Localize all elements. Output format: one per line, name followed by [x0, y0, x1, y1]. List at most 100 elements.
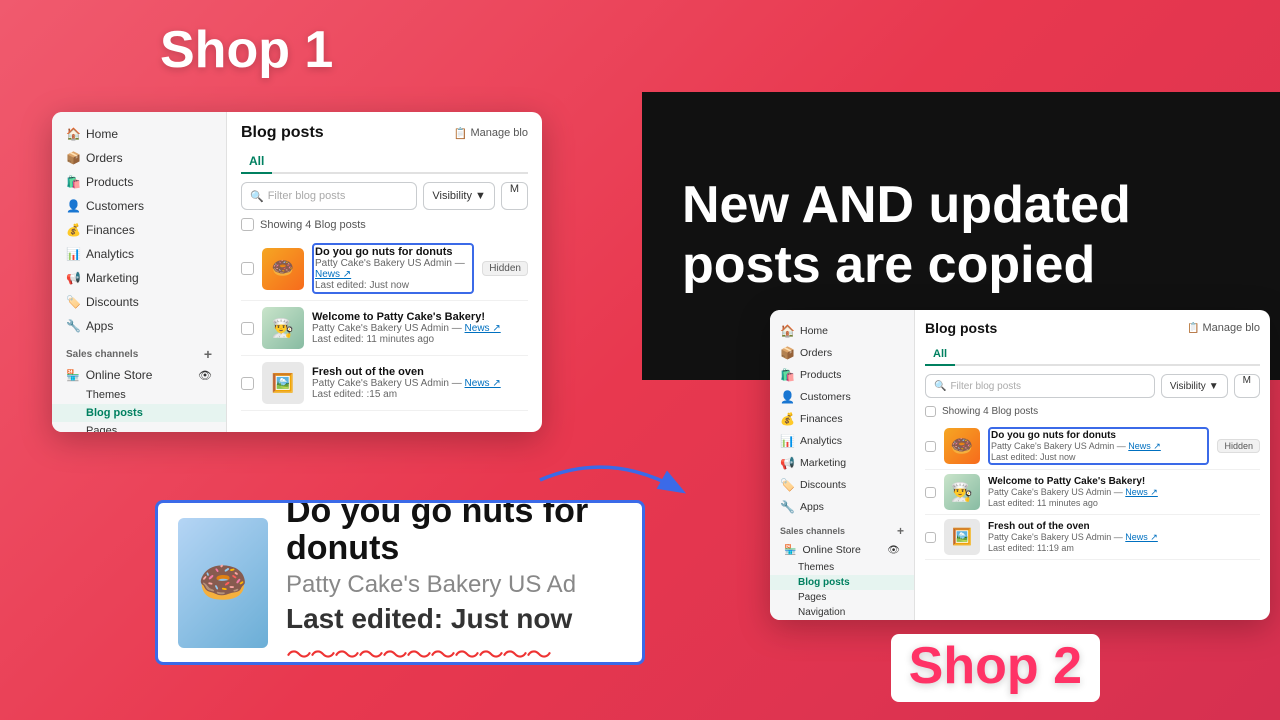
post-meta: Patty Cake's Bakery US Admin — News ↗ [991, 441, 1206, 452]
select-all-checkbox[interactable] [241, 218, 254, 231]
sub-item-blog-posts[interactable]: Blog posts [770, 575, 914, 590]
post-info: Fresh out of the oven Patty Cake's Baker… [988, 521, 1260, 553]
tab-all[interactable]: All [925, 344, 955, 366]
post-meta: Patty Cake's Bakery US Admin — News ↗ [988, 487, 1260, 498]
sidebar-item-orders[interactable]: 📦 Orders [770, 342, 914, 364]
copy-arrow [530, 440, 690, 520]
blog-post-row[interactable]: 👨‍🍳 Welcome to Patty Cake's Bakery! Patt… [925, 470, 1260, 515]
sidebar-item-home[interactable]: 🏠 Home [52, 122, 226, 146]
post-edited: Last edited: Just now [315, 280, 471, 291]
sidebar-item-discounts[interactable]: 🏷️ Discounts [770, 474, 914, 496]
post-checkbox[interactable] [241, 377, 254, 390]
analytics-icon: 📊 [780, 434, 794, 448]
post-thumbnail: 🖼️ [944, 519, 980, 555]
post-thumbnail: 🍩 [944, 428, 980, 464]
zoomed-meta: Patty Cake's Bakery US Ad [286, 571, 622, 599]
select-all-checkbox[interactable] [925, 406, 936, 417]
shop2-panel: 🏠 Home 📦 Orders 🛍️ Products 👤 Customers … [770, 310, 1270, 620]
blog-post-row[interactable]: 👨‍🍳 Welcome to Patty Cake's Bakery! Patt… [241, 301, 528, 356]
sub-item-blog-posts[interactable]: Blog posts [52, 404, 226, 422]
sub-item-pages[interactable]: Pages [770, 590, 914, 605]
sidebar-item-marketing[interactable]: 📢 Marketing [770, 452, 914, 474]
shop2-main: Blog posts 📋 Manage blo All 🔍 Filter blo… [915, 310, 1270, 620]
post-checkbox[interactable] [925, 532, 936, 543]
squiggle-decoration: 〜〜〜〜〜〜〜〜〜〜〜 [286, 635, 622, 665]
more-button[interactable]: M [501, 182, 528, 210]
post-checkbox[interactable] [241, 262, 254, 275]
sidebar-item-products[interactable]: 🛍️ Products [770, 364, 914, 386]
online-store-item[interactable]: 🏪 Online Store 👁 [770, 540, 914, 560]
apps-icon: 🔧 [780, 500, 794, 514]
sub-item-navigation[interactable]: Navigation [770, 605, 914, 620]
post-checkbox[interactable] [925, 441, 936, 452]
sidebar-item-apps[interactable]: 🔧 Apps [770, 496, 914, 518]
sub-item-themes[interactable]: Themes [770, 560, 914, 575]
post-meta: Patty Cake's Bakery US Admin — News ↗ [988, 532, 1260, 543]
sidebar-item-marketing[interactable]: 📢 Marketing [52, 266, 226, 290]
search-icon: 🔍 [934, 381, 946, 392]
post-meta: Patty Cake's Bakery US Admin — News ↗ [312, 323, 528, 334]
search-box[interactable]: 🔍 Filter blog posts [925, 374, 1155, 398]
post-title: Fresh out of the oven [312, 366, 528, 378]
apps-icon: 🔧 [66, 319, 80, 333]
post-edited: Last edited: :15 am [312, 389, 528, 400]
sidebar-item-finances[interactable]: 💰 Finances [52, 218, 226, 242]
search-row: 🔍 Filter blog posts Visibility ▼ M [241, 182, 528, 210]
home-icon: 🏠 [780, 324, 794, 338]
post-title: Welcome to Patty Cake's Bakery! [988, 476, 1260, 487]
sidebar-item-products[interactable]: 🛍️ Products [52, 170, 226, 194]
zoomed-thumbnail: 🍩 [178, 518, 268, 648]
shop1-sidebar: 🏠 Home 📦 Orders 🛍️ Products 👤 Customers … [52, 112, 227, 432]
blog-post-row[interactable]: 🍩 Do you go nuts for donuts Patty Cake's… [241, 237, 528, 301]
orders-icon: 📦 [66, 151, 80, 165]
page-header: Blog posts 📋 Manage blo [241, 124, 528, 142]
manage-blog-button[interactable]: 📋 Manage blo [1187, 322, 1260, 334]
sidebar-item-customers[interactable]: 👤 Customers [52, 194, 226, 218]
analytics-icon: 📊 [66, 247, 80, 261]
sidebar-item-apps[interactable]: 🔧 Apps [52, 314, 226, 338]
sidebar-item-home[interactable]: 🏠 Home [770, 320, 914, 342]
search-box[interactable]: 🔍 Filter blog posts [241, 182, 417, 210]
blog-post-row[interactable]: 🖼️ Fresh out of the oven Patty Cake's Ba… [925, 515, 1260, 560]
zoomed-text-area: Do you go nuts for donuts Patty Cake's B… [286, 500, 622, 665]
sidebar-item-discounts[interactable]: 🏷️ Discounts [52, 290, 226, 314]
post-info-highlighted: Do you go nuts for donuts Patty Cake's B… [988, 427, 1209, 465]
page-title: Blog posts [925, 320, 997, 336]
sidebar-item-customers[interactable]: 👤 Customers [770, 386, 914, 408]
sidebar-item-analytics[interactable]: 📊 Analytics [770, 430, 914, 452]
sidebar-item-orders[interactable]: 📦 Orders [52, 146, 226, 170]
post-edited: Last edited: 11 minutes ago [312, 334, 528, 345]
blog-post-row[interactable]: 🍩 Do you go nuts for donuts Patty Cake's… [925, 423, 1260, 470]
search-icon: 🔍 [250, 190, 264, 203]
post-meta: Patty Cake's Bakery US Admin — News ↗ [312, 378, 528, 389]
shop2-label: Shop 2 [891, 634, 1100, 702]
post-edited: Last edited: 11:19 am [988, 543, 1260, 553]
shop2-sidebar: 🏠 Home 📦 Orders 🛍️ Products 👤 Customers … [770, 310, 915, 620]
post-info-highlighted: Do you go nuts for donuts Patty Cake's B… [312, 243, 474, 294]
manage-blog-button[interactable]: 📋 Manage blo [454, 127, 528, 140]
more-button[interactable]: M [1234, 374, 1260, 398]
finances-icon: 💰 [780, 412, 794, 426]
discounts-icon: 🏷️ [780, 478, 794, 492]
hidden-badge: Hidden [1217, 439, 1260, 453]
online-store-item[interactable]: 🏪 Online Store 👁 [52, 364, 226, 386]
sub-item-themes[interactable]: Themes [52, 386, 226, 404]
tab-all[interactable]: All [241, 150, 272, 174]
marketing-icon: 📢 [780, 456, 794, 470]
products-icon: 🛍️ [780, 368, 794, 382]
sidebar-item-analytics[interactable]: 📊 Analytics [52, 242, 226, 266]
visibility-button[interactable]: Visibility ▼ [1161, 374, 1228, 398]
sub-item-pages[interactable]: Pages [52, 422, 226, 432]
finances-icon: 💰 [66, 223, 80, 237]
sidebar-item-finances[interactable]: 💰 Finances [770, 408, 914, 430]
customers-icon: 👤 [780, 390, 794, 404]
post-checkbox[interactable] [241, 322, 254, 335]
tabs-row: All [241, 150, 528, 174]
marketing-icon: 📢 [66, 271, 80, 285]
banner-text: New AND updated posts are copied [682, 176, 1240, 296]
customers-icon: 👤 [66, 199, 80, 213]
visibility-button[interactable]: Visibility ▼ [423, 182, 494, 210]
blog-post-row[interactable]: 🖼️ Fresh out of the oven Patty Cake's Ba… [241, 356, 528, 411]
post-checkbox[interactable] [925, 487, 936, 498]
post-info: Welcome to Patty Cake's Bakery! Patty Ca… [312, 311, 528, 345]
